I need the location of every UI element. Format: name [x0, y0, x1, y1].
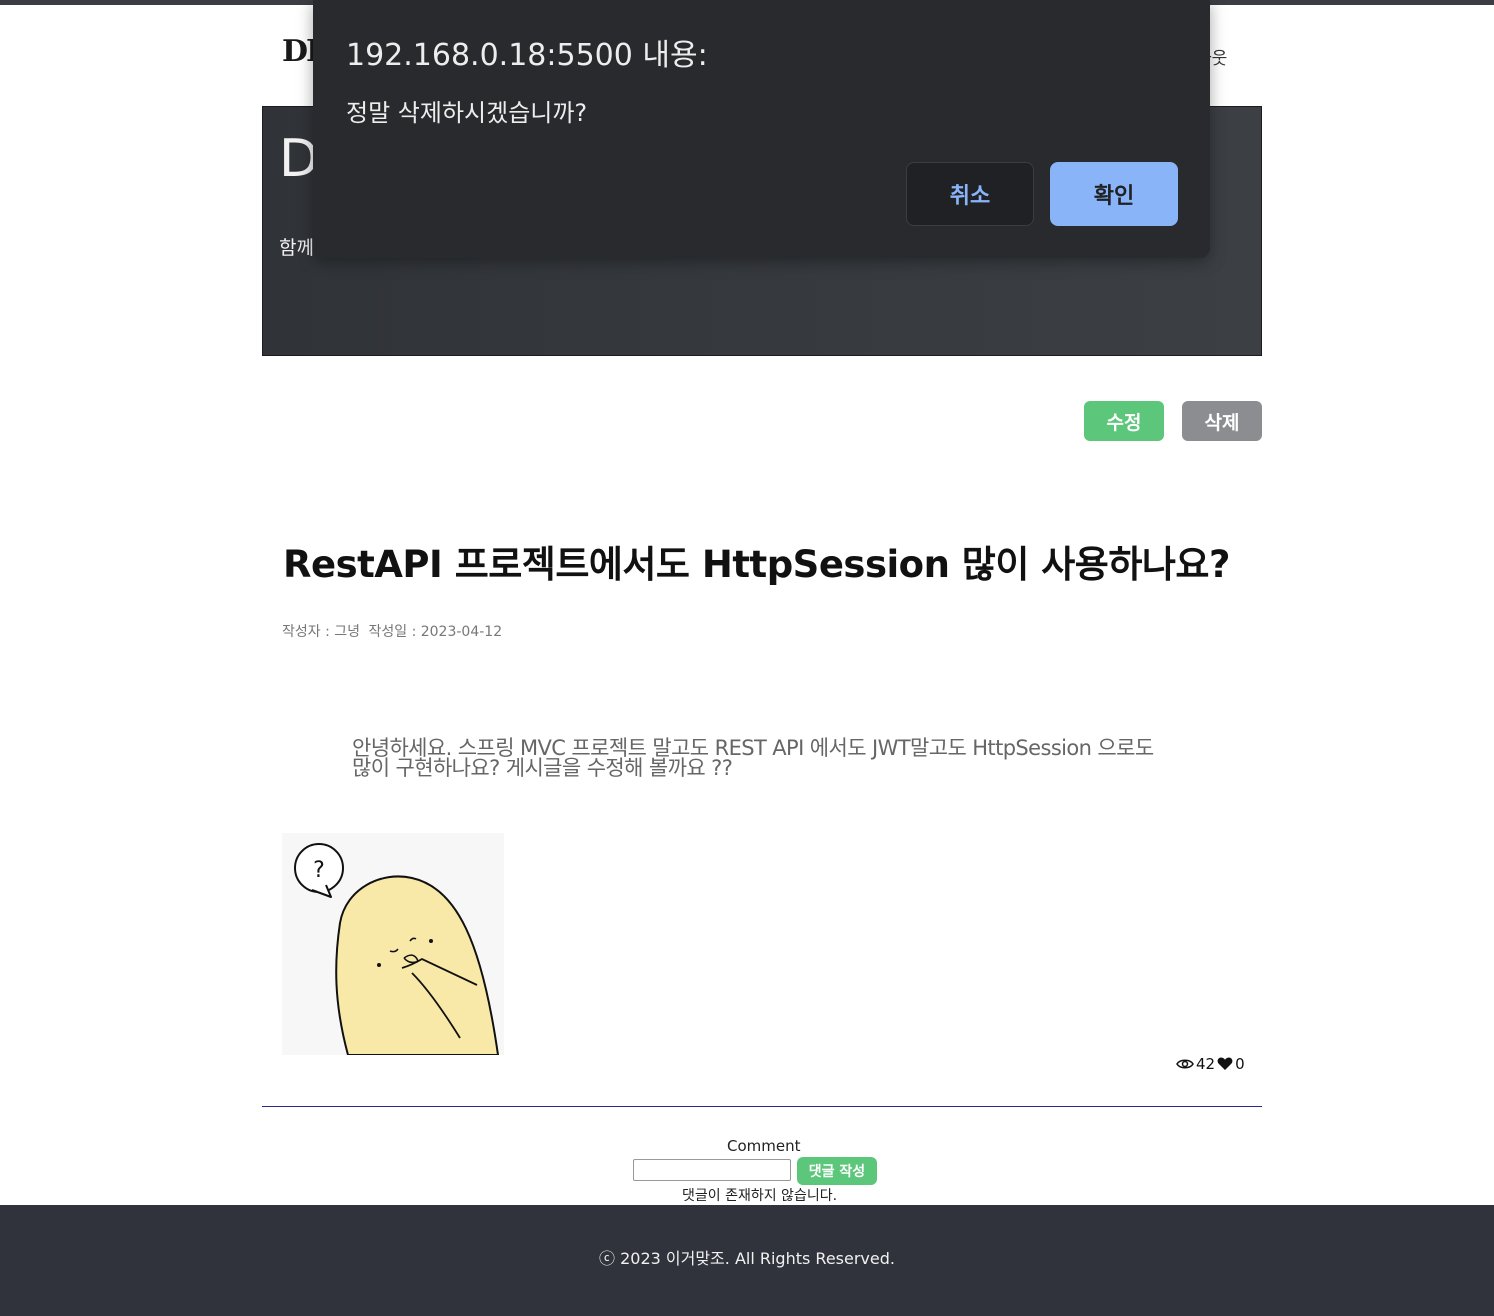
content-divider	[262, 1106, 1262, 1107]
dialog-ok-button[interactable]: 확인	[1050, 162, 1178, 226]
post-date: 작성일 : 2023-04-12	[368, 624, 503, 640]
post-author: 작성자 : 그녕	[282, 624, 361, 640]
confirm-dialog: 192.168.0.18:5500 내용: 정말 삭제하시겠습니까? 취소 확인	[313, 0, 1210, 258]
post-stats: 42 0	[1176, 1055, 1245, 1073]
footer: ⓒ 2023 이거맞조. All Rights Reserved.	[0, 1205, 1494, 1316]
dialog-message: 정말 삭제하시겠습니까?	[346, 99, 588, 127]
no-comment-message: 댓글이 존재하지 않습니다.	[682, 1188, 838, 1204]
post-meta: 작성자 : 그녕 작성일 : 2023-04-12	[282, 621, 506, 641]
delete-button[interactable]: 삭제	[1182, 401, 1262, 441]
eye-icon	[1176, 1057, 1194, 1071]
post-image: ?	[282, 833, 504, 1056]
edit-button[interactable]: 수정	[1084, 401, 1164, 441]
comment-input[interactable]	[633, 1159, 791, 1181]
comment-label: Comment	[727, 1137, 801, 1155]
heart-icon[interactable]	[1217, 1057, 1233, 1071]
post-body: 안녕하세요. 스프링 MVC 프로젝트 말고도 REST API 에서도 JWT…	[352, 736, 1154, 780]
view-count: 42	[1196, 1055, 1216, 1073]
dialog-title: 192.168.0.18:5500 내용:	[346, 38, 708, 73]
comment-submit-button[interactable]: 댓글 작성	[797, 1157, 877, 1185]
footer-copyright: ⓒ 2023 이거맞조. All Rights Reserved.	[599, 1249, 895, 1268]
post-title: RestAPI 프로젝트에서도 HttpSession 많이 사용하나요?	[283, 543, 1230, 586]
like-count: 0	[1235, 1055, 1245, 1073]
hero-subtitle: 함께	[279, 237, 314, 259]
dialog-cancel-button[interactable]: 취소	[906, 162, 1034, 226]
question-mark-glyph: ?	[313, 858, 325, 883]
